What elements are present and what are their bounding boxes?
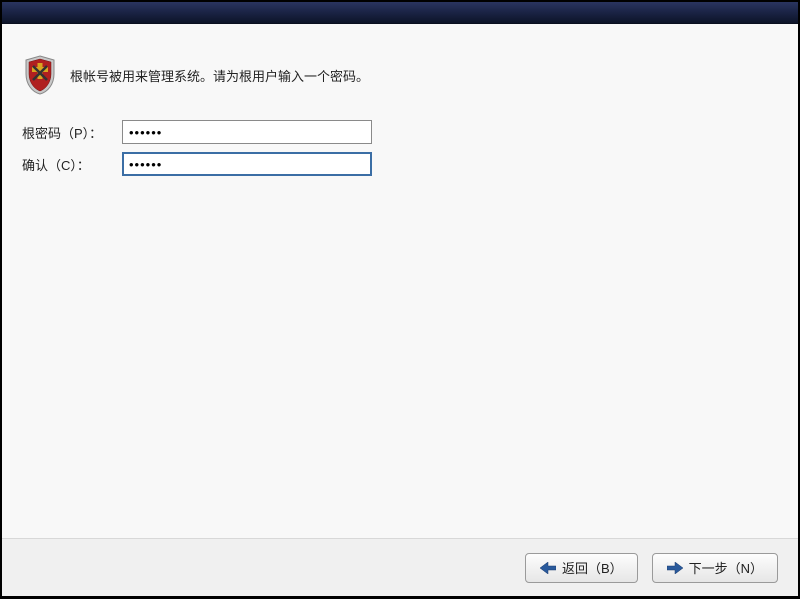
root-password-input[interactable] — [122, 120, 372, 144]
installer-window: 根帐号被用来管理系统。请为根用户输入一个密码。 根密码（P）： 确认（C）： 返… — [2, 2, 798, 596]
next-button[interactable]: 下一步（N） — [652, 553, 778, 583]
instruction-text: 根帐号被用来管理系统。请为根用户输入一个密码。 — [70, 66, 369, 85]
confirm-password-input[interactable] — [122, 152, 372, 176]
password-label: 根密码（P）： — [22, 123, 114, 142]
back-button-label: 返回（B） — [562, 558, 623, 577]
next-button-label: 下一步（N） — [689, 558, 763, 577]
confirm-row: 确认（C）： — [22, 152, 778, 176]
password-row: 根密码（P）： — [22, 120, 778, 144]
titlebar — [2, 2, 798, 24]
arrow-left-icon — [540, 562, 556, 574]
confirm-label: 确认（C）： — [22, 155, 114, 174]
footer: 返回（B） 下一步（N） — [2, 538, 798, 596]
shield-icon — [22, 54, 58, 96]
header-row: 根帐号被用来管理系统。请为根用户输入一个密码。 — [22, 54, 778, 96]
content-area: 根帐号被用来管理系统。请为根用户输入一个密码。 根密码（P）： 确认（C）： — [2, 24, 798, 538]
arrow-right-icon — [667, 562, 683, 574]
back-button[interactable]: 返回（B） — [525, 553, 638, 583]
